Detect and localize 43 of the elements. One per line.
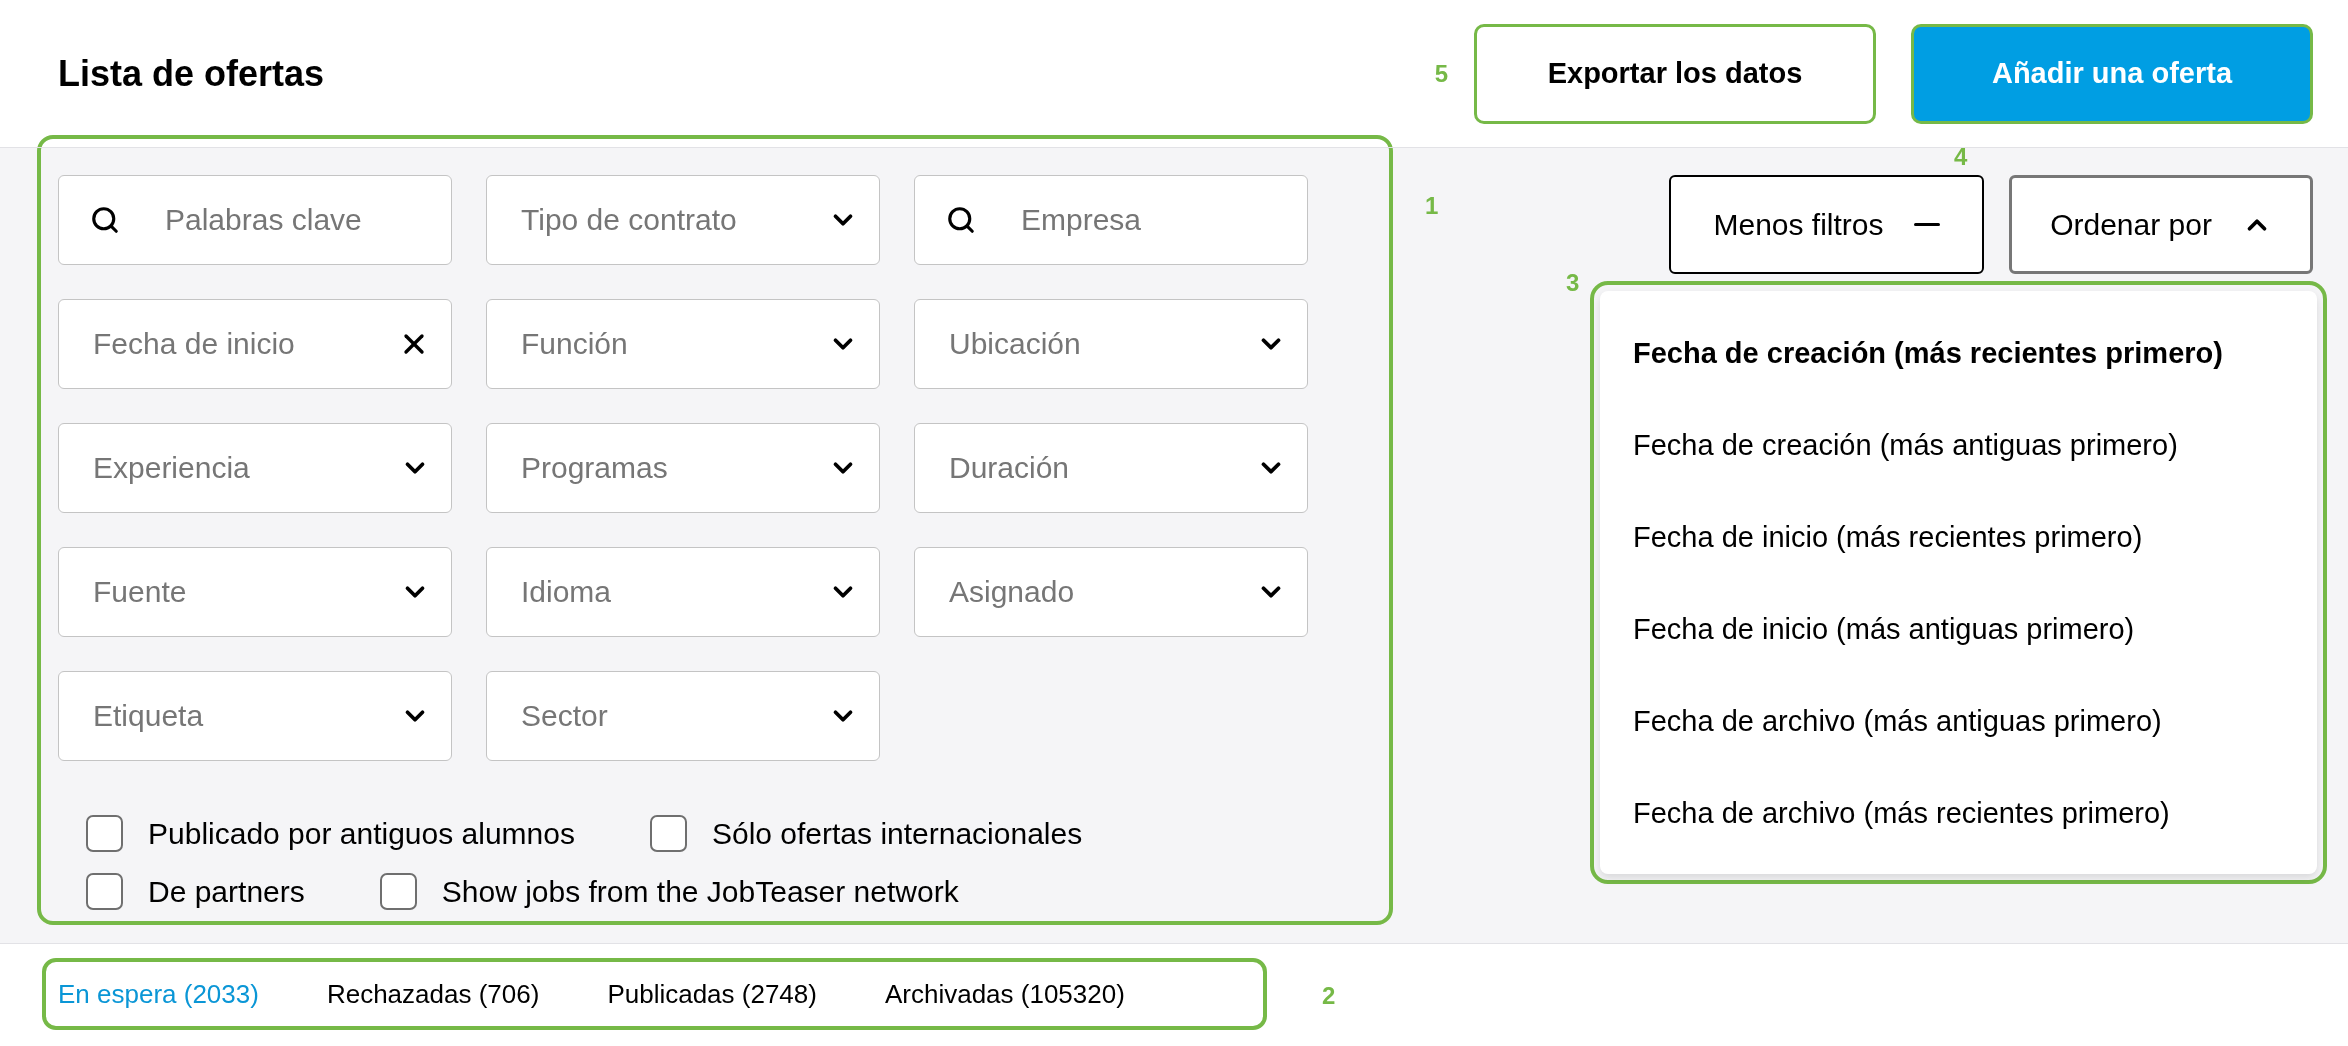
status-tab[interactable]: Archivadas (105320) (884, 974, 1125, 1014)
input-field[interactable]: Fecha de inicio (58, 299, 452, 389)
sort-option[interactable]: Fecha de inicio (más antiguas primero) (1633, 584, 2317, 676)
annotation-number: 3 (1566, 268, 1580, 298)
fewer-filters-button[interactable]: Menos filtros (1669, 175, 1984, 274)
status-tab[interactable]: Rechazadas (706) (326, 974, 540, 1014)
annotation-number: 2 (1322, 981, 1336, 1011)
checkbox-label: Show jobs from the JobTeaser network (441, 874, 959, 910)
export-button[interactable]: Exportar los datos (1474, 23, 1876, 124)
dropdown-field[interactable]: Idioma (486, 547, 880, 637)
annotation-number: 4 (1954, 141, 1968, 172)
checkbox-label: Publicado por antiguos alumnos (148, 816, 575, 852)
input-field[interactable]: Palabras clave (58, 175, 452, 265)
sort-option[interactable]: Fecha de creación (más antiguas primero) (1633, 400, 2317, 492)
sort-option[interactable]: Fecha de creación (más recientes primero) (1633, 308, 2317, 400)
dropdown-field[interactable]: Programas (486, 423, 880, 513)
dropdown-field[interactable]: Asignado (914, 547, 1308, 637)
input-field[interactable]: Empresa (914, 175, 1308, 265)
sort-button[interactable]: Ordenar por (2009, 175, 2313, 274)
dropdown-field[interactable]: Función (486, 299, 880, 389)
checkbox[interactable] (649, 815, 687, 852)
annotation-number: 1 (1425, 191, 1439, 221)
search-icon (946, 205, 976, 235)
minus-icon (1913, 223, 1940, 226)
dropdown-field[interactable]: Experiencia (58, 423, 452, 513)
page-title: Lista de ofertas (58, 51, 325, 96)
checkbox[interactable] (86, 873, 123, 910)
dropdown-field[interactable]: Fuente (58, 547, 452, 637)
checkbox-label: Sólo ofertas internacionales (711, 816, 1083, 852)
dropdown-field[interactable]: Duración (914, 423, 1308, 513)
dropdown-field[interactable]: Tipo de contrato (486, 175, 880, 265)
search-icon (90, 205, 120, 235)
dropdown-field[interactable]: Etiqueta (58, 671, 452, 761)
status-tab[interactable]: Publicadas (2748) (607, 974, 817, 1014)
checkbox-label: De partners (148, 874, 305, 910)
dropdown-field[interactable]: Sector (486, 671, 880, 761)
checkbox[interactable] (379, 873, 417, 910)
annotation-number: 5 (1434, 58, 1448, 89)
checkbox[interactable] (86, 815, 123, 852)
sort-option[interactable]: Fecha de inicio (más recientes primero) (1633, 492, 2317, 584)
dropdown-field[interactable]: Ubicación (914, 299, 1308, 389)
sort-option[interactable]: Fecha de archivo (más antiguas primero) (1633, 676, 2317, 768)
sort-option[interactable]: Fecha de archivo (más recientes primero) (1633, 768, 2317, 860)
